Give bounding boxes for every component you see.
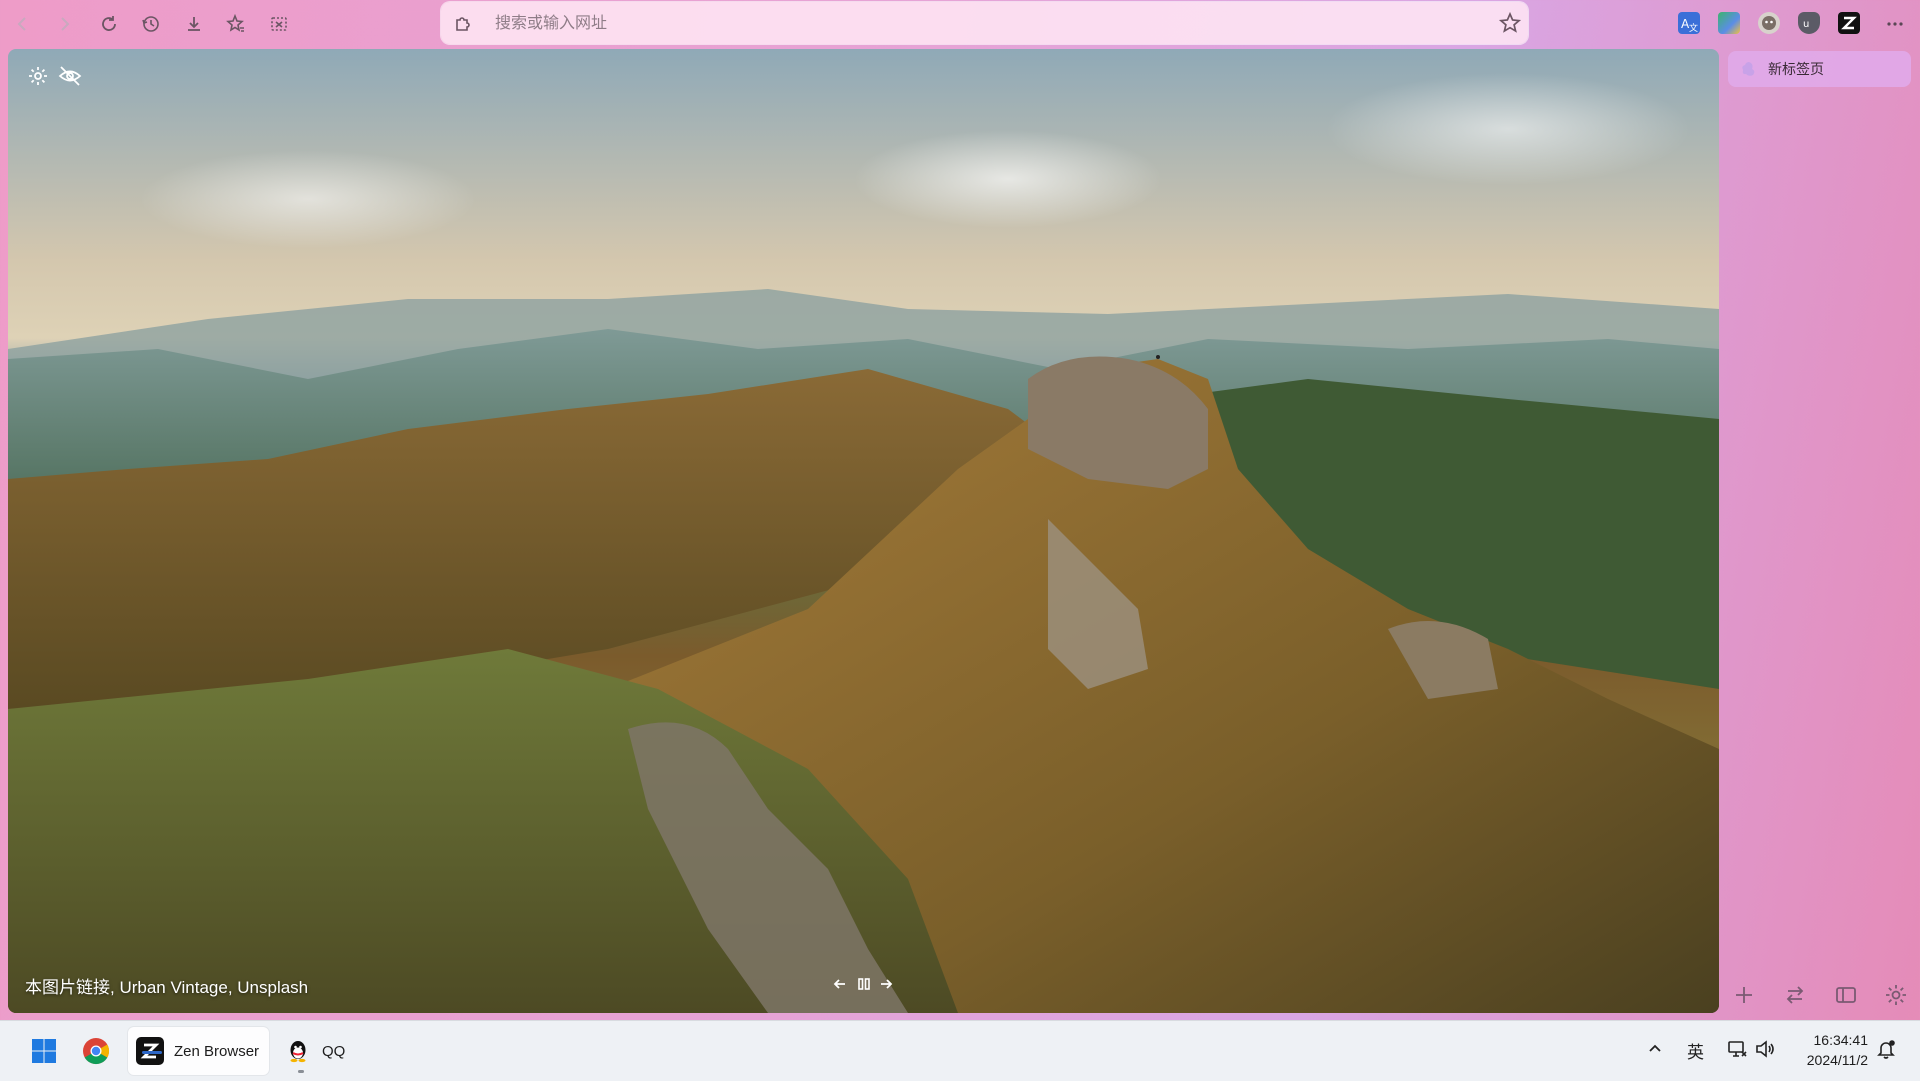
chrome-icon [83, 1038, 110, 1065]
sidebar-tab-label: 新标签页 [1768, 62, 1824, 78]
svg-text:文: 文 [1689, 22, 1698, 34]
notification-bell-icon[interactable] [1875, 1038, 1897, 1064]
windows-logo-icon [32, 1039, 56, 1063]
sidebar-tab-new-tab[interactable]: 新标签页 [1728, 51, 1911, 87]
chevron-up-icon[interactable] [1645, 1038, 1665, 1062]
back-arrow-icon[interactable] [8, 9, 38, 39]
svg-text:u: u [1803, 19, 1809, 30]
landscape-wallpaper [8, 289, 1719, 1013]
windows-taskbar: Zen Browser QQ [0, 1020, 1920, 1081]
more-dots-icon[interactable] [1880, 9, 1910, 39]
star-list-icon[interactable] [221, 9, 251, 39]
reload-icon[interactable] [94, 9, 124, 39]
taskbar-clock[interactable]: 16:34:41 2024/11/2 [1790, 1030, 1868, 1070]
new-tab-icon [1742, 62, 1755, 76]
running-app-indicator [298, 1070, 304, 1073]
ublock-extension-icon[interactable]: u [1798, 12, 1820, 34]
forward-arrow-icon[interactable] [49, 9, 79, 39]
network-icon[interactable] [1726, 1038, 1748, 1064]
taskbar-app-label: Zen Browser [174, 1042, 260, 1060]
zen-extension-icon[interactable] [1838, 12, 1860, 34]
gear-icon[interactable] [26, 64, 50, 88]
clock-time: 16:34:41 [1813, 1032, 1869, 1048]
search-input[interactable] [493, 8, 1457, 40]
plus-icon[interactable] [1731, 982, 1757, 1008]
ime-indicator[interactable]: 英 [1687, 1038, 1704, 1063]
translate-extension-icon[interactable]: A文 [1678, 12, 1700, 34]
new-tab-page: 本图片链接, Urban Vintage, Unsplash [8, 49, 1719, 1013]
gear-icon[interactable] [1883, 982, 1909, 1008]
clock-date: 2024/11/2 [1806, 1052, 1868, 1068]
volume-icon[interactable] [1754, 1038, 1776, 1064]
arrow-right-icon[interactable] [877, 975, 895, 993]
image-credit[interactable]: 本图片链接, Urban Vintage, Unsplash [25, 973, 308, 998]
download-icon[interactable] [179, 9, 209, 39]
color-extension-icon[interactable] [1718, 12, 1740, 34]
history-icon[interactable] [136, 9, 166, 39]
monkey-extension-icon[interactable] [1758, 12, 1780, 34]
eye-off-icon[interactable] [58, 64, 82, 88]
taskbar-app-label: QQ [322, 1042, 346, 1060]
sidebar-toggle-icon[interactable] [1833, 982, 1859, 1008]
active-app-indicator [142, 1051, 162, 1054]
arrow-left-icon[interactable] [831, 975, 849, 993]
url-bar[interactable] [441, 2, 1528, 44]
start-button[interactable] [20, 1027, 68, 1075]
browser-toolbar: A文 u [0, 0, 1920, 48]
bookmark-star-icon[interactable] [1498, 11, 1522, 35]
taskbar-app-qq[interactable]: QQ [278, 1027, 358, 1075]
taskbar-app-chrome[interactable] [72, 1027, 120, 1075]
qq-icon [290, 1041, 306, 1063]
screenshot-icon[interactable] [264, 9, 294, 39]
switch-icon[interactable] [1782, 982, 1808, 1008]
pause-icon[interactable] [855, 975, 873, 993]
puzzle-icon[interactable] [453, 13, 473, 33]
